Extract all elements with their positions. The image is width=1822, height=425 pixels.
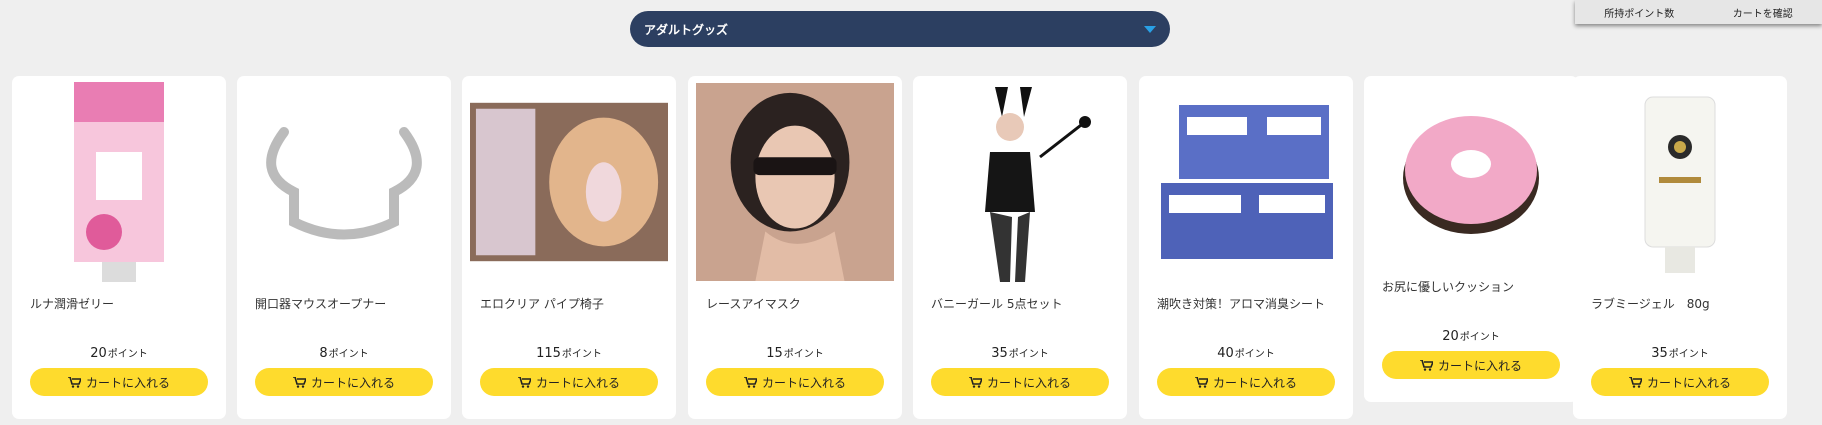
add-to-cart-button[interactable]: カートに入れる	[1591, 368, 1769, 396]
add-to-cart-button[interactable]: カートに入れる	[1382, 351, 1560, 379]
lace-eye-mask-image	[696, 82, 894, 282]
view-cart-link[interactable]: カートを確認	[1733, 5, 1793, 20]
product-card: バニーガール 5点セット 35ポイント カートに入れる	[913, 76, 1127, 419]
product-card: ルナ潤滑ゼリー 20ポイント カートに入れる	[12, 76, 226, 419]
dropdown-caret-icon	[1144, 25, 1156, 33]
product-name: レースアイマスク	[706, 297, 801, 311]
product-name: バニーガール 5点セット	[931, 297, 1063, 311]
product-card: お尻に優しいクッション 20ポイント カートに入れる	[1364, 76, 1578, 402]
product-name: エロクリア パイプ椅子	[480, 297, 604, 311]
product-points: 115ポイント	[536, 346, 602, 361]
add-to-cart-button[interactable]: カートに入れる	[931, 368, 1109, 396]
deodorant-sheet-image	[1147, 82, 1345, 282]
product-points: 20ポイント	[1442, 329, 1500, 344]
product-points: 15ポイント	[766, 346, 824, 361]
product-card: エロクリア パイプ椅子 115ポイント カートに入れる	[462, 76, 676, 419]
product-points: 35ポイント	[991, 346, 1049, 361]
pipe-chair-product-image	[470, 82, 668, 282]
product-points: 35ポイント	[1651, 346, 1709, 361]
mouth-opener-image	[245, 82, 443, 282]
cart-icon	[292, 376, 306, 388]
add-to-cart-button[interactable]: カートに入れる	[30, 368, 208, 396]
cart-icon	[67, 376, 81, 388]
product-name: ルナ潤滑ゼリー	[30, 297, 115, 311]
product-card: ラブミージェル 80g 35ポイント カートに入れる	[1573, 76, 1787, 419]
product-card: レースアイマスク 15ポイント カートに入れる	[688, 76, 902, 419]
cart-icon	[1419, 359, 1433, 371]
cart-icon	[1628, 376, 1642, 388]
product-card: 開口器マウスオープナー 8ポイント カートに入れる	[237, 76, 451, 419]
product-name: お尻に優しいクッション	[1382, 280, 1515, 294]
product-name: ラブミージェル 80g	[1591, 297, 1710, 311]
category-selected-label: アダルトグッズ	[644, 22, 729, 37]
donut-cushion-image	[1372, 88, 1570, 258]
product-name: 潮吹き対策！アロマ消臭シート	[1157, 297, 1326, 311]
top-utility-bar: 所持ポイント数 カートを確認	[1575, 0, 1822, 24]
love-gel-tube-image	[1581, 82, 1779, 282]
points-balance-link[interactable]: 所持ポイント数	[1604, 5, 1674, 20]
cart-icon	[1194, 376, 1208, 388]
add-to-cart-button[interactable]: カートに入れる	[480, 368, 658, 396]
product-points: 20ポイント	[90, 346, 148, 361]
cart-icon	[517, 376, 531, 388]
lubricant-tube-image	[20, 82, 218, 282]
cart-icon	[743, 376, 757, 388]
add-to-cart-button[interactable]: カートに入れる	[255, 368, 433, 396]
product-card: 潮吹き対策！アロマ消臭シート 40ポイント カートに入れる	[1139, 76, 1353, 419]
cart-icon	[968, 376, 982, 388]
product-points: 8ポイント	[319, 346, 369, 361]
bunny-costume-image	[921, 82, 1119, 282]
add-to-cart-button[interactable]: カートに入れる	[1157, 368, 1335, 396]
product-name: 開口器マウスオープナー	[255, 297, 387, 311]
category-select[interactable]: アダルトグッズ	[630, 11, 1170, 47]
product-points: 40ポイント	[1217, 346, 1275, 361]
add-to-cart-button[interactable]: カートに入れる	[706, 368, 884, 396]
